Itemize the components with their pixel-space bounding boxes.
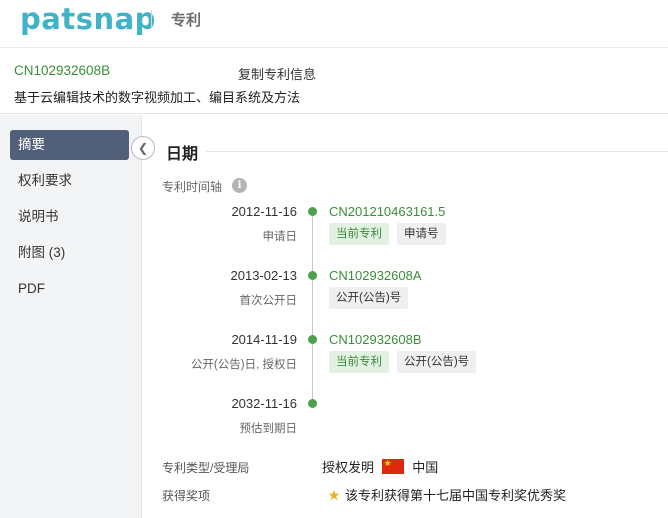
tag-current-patent: 当前专利 (329, 351, 389, 373)
timeline-line (312, 211, 313, 403)
timeline-date: 2014-11-19 (231, 332, 297, 347)
award-text: 该专利获得第十七届中国专利奖优秀奖 (345, 488, 567, 503)
sidebar-item-abstract[interactable]: 摘要 (10, 130, 129, 160)
medal-icon: ★ (327, 487, 341, 503)
sidebar-item-drawings[interactable]: 附图 (3) (10, 238, 129, 268)
timeline-patent-link[interactable]: CN102932608B (329, 332, 422, 347)
sidebar: 摘要 权利要求 说明书 附图 (3) PDF (0, 115, 142, 518)
patent-header: CN102932608B 复制专利信息 基于云编辑技术的数字视频加工、编目系统及… (0, 48, 668, 114)
patent-type-label: 专利类型/受理局 (162, 461, 250, 475)
tag-current-patent: 当前专利 (329, 223, 389, 245)
section-divider (206, 151, 668, 152)
timeline-date: 2013-02-13 (230, 268, 298, 283)
top-bar: patsnap 专利 (0, 0, 668, 48)
chevron-left-icon: ❮ (137, 141, 149, 155)
tag-publication-number: 公开(公告)号 (397, 351, 477, 373)
award-value: ★ 该专利获得第十七届中国专利奖优秀奖 (327, 485, 566, 504)
sidebar-item-claims[interactable]: 权利要求 (10, 166, 129, 196)
tag-application-number: 申请号 (397, 223, 446, 245)
patent-title: 基于云编辑技术的数字视频加工、编目系统及方法 (14, 90, 301, 105)
china-flag-icon: ★ (381, 458, 404, 474)
timeline-caption: 首次公开日 (239, 295, 298, 307)
sidebar-item-pdf[interactable]: PDF (10, 274, 129, 304)
info-icon[interactable]: i (232, 178, 247, 193)
timeline-patent-link[interactable]: CN102932608A (329, 268, 422, 283)
timeline-label: 专利时间轴 (162, 180, 223, 194)
patent-type-text: 授权发明 (322, 460, 375, 475)
patsnap-logo[interactable]: patsnap (20, 2, 156, 36)
sidebar-item-description[interactable]: 说明书 (10, 202, 129, 232)
patent-type-value: 授权发明 ★ 中国 (322, 457, 438, 476)
timeline-date: 2032-11-16 (231, 396, 297, 411)
award-label: 获得奖项 (162, 489, 211, 503)
timeline-caption: 预估到期日 (239, 423, 298, 435)
timeline-dot (308, 335, 317, 344)
timeline-patent-link[interactable]: CN201210463161.5 (329, 204, 445, 219)
section-name: 专利 (171, 12, 202, 29)
patent-number: CN102932608B (14, 63, 111, 78)
timeline-dot (308, 399, 317, 408)
topbar-divider (151, 10, 152, 28)
tag-publication-number: 公开(公告)号 (329, 287, 409, 309)
country-text: 中国 (412, 460, 439, 475)
timeline-caption: 申请日 (262, 231, 298, 243)
timeline-date: 2012-11-16 (231, 204, 297, 219)
timeline-dot (308, 271, 317, 280)
section-title-dates: 日期 (166, 146, 199, 163)
timeline-dot (308, 207, 317, 216)
timeline-caption: 公开(公告)日, 授权日 (190, 359, 297, 371)
copy-patent-info-link[interactable]: 复制专利信息 (238, 64, 316, 83)
collapse-sidebar-button[interactable]: ❮ (131, 136, 155, 160)
